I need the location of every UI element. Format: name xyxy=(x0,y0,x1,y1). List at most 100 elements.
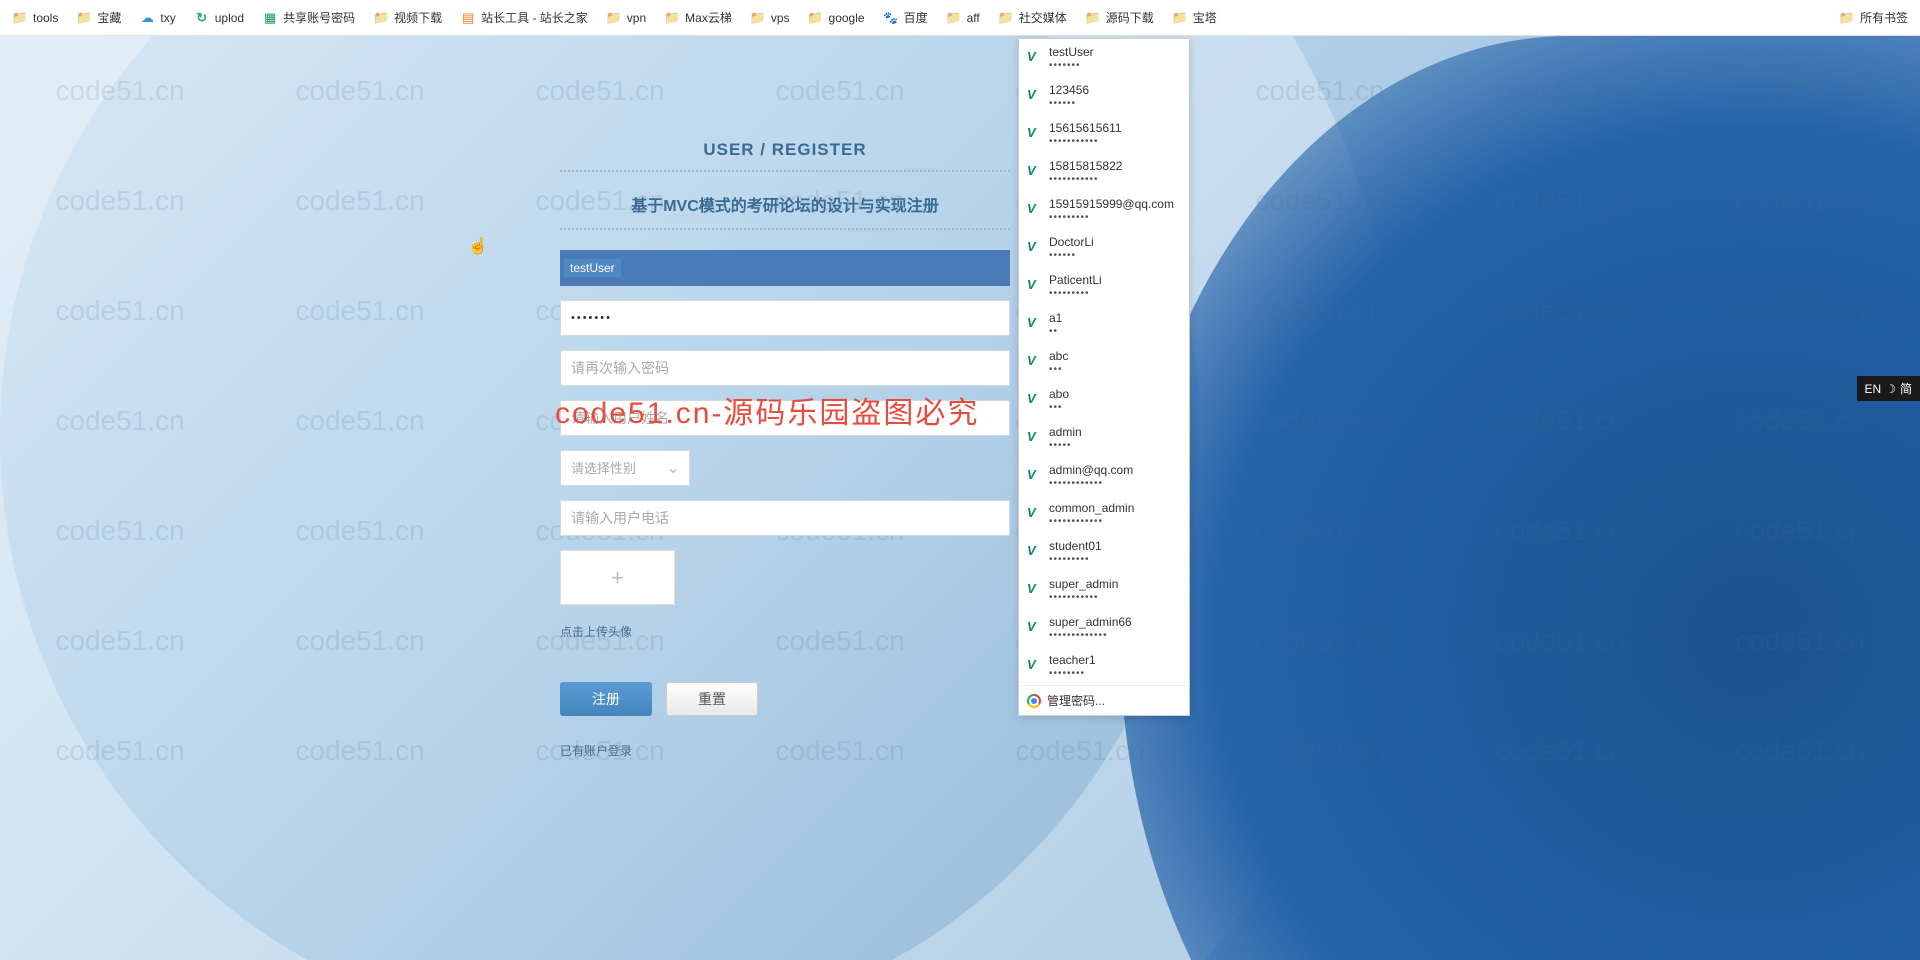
autofill-item[interactable]: Vadmin••••• xyxy=(1019,419,1189,457)
bookmark-item[interactable]: 站长工具 - 站长之家 xyxy=(460,9,588,26)
autofill-item[interactable]: Vstudent01••••••••• xyxy=(1019,533,1189,571)
autofill-username: common_admin xyxy=(1049,501,1134,515)
username-input[interactable] xyxy=(560,250,1010,286)
autofill-item[interactable]: Vcommon_admin•••••••••••• xyxy=(1019,495,1189,533)
bookmark-label: tools xyxy=(33,11,58,25)
bookmark-item[interactable]: 共享账号密码 xyxy=(262,9,355,26)
autofill-username: abc xyxy=(1049,349,1068,363)
reset-button[interactable]: 重置 xyxy=(666,682,758,716)
bookmark-item[interactable]: google xyxy=(808,9,865,26)
autofill-username: 15915915999@qq.com xyxy=(1049,197,1174,211)
key-icon: V xyxy=(1027,656,1041,670)
nickname-input[interactable] xyxy=(560,400,1010,436)
folder-icon xyxy=(664,10,680,26)
phone-input[interactable] xyxy=(560,500,1010,536)
bookmark-label: vpn xyxy=(627,11,646,25)
bookmark-label: 源码下载 xyxy=(1106,9,1154,26)
baidu-icon xyxy=(883,10,899,26)
autofill-username: admin@qq.com xyxy=(1049,463,1133,477)
bookmark-item[interactable]: vps xyxy=(750,9,790,26)
autofill-item[interactable]: Vabo••• xyxy=(1019,381,1189,419)
autofill-username: a1 xyxy=(1049,311,1062,325)
manage-passwords-label: 管理密码... xyxy=(1047,692,1105,709)
key-icon: V xyxy=(1027,200,1041,214)
bookmark-label: 共享账号密码 xyxy=(283,9,355,26)
all-bookmarks[interactable]: 所有书签 xyxy=(1839,9,1908,26)
autofill-password: ••••••••• xyxy=(1049,554,1102,565)
plus-icon: + xyxy=(611,565,624,591)
autofill-password: ••••••••• xyxy=(1049,288,1102,299)
autofill-item[interactable]: V123456•••••• xyxy=(1019,77,1189,115)
bookmark-item[interactable]: vpn xyxy=(606,9,646,26)
manage-passwords[interactable]: 管理密码... xyxy=(1019,685,1189,715)
autofill-password: •••••••• xyxy=(1049,668,1096,679)
autofill-item[interactable]: Vsuper_admin••••••••••• xyxy=(1019,571,1189,609)
bookmark-label: 宝塔 xyxy=(1193,9,1217,26)
avatar-upload[interactable]: + xyxy=(560,550,675,605)
autofill-item[interactable]: Vsuper_admin66••••••••••••• xyxy=(1019,609,1189,647)
autofill-item[interactable]: V15815815822••••••••••• xyxy=(1019,153,1189,191)
divider xyxy=(560,170,1010,172)
autofill-item[interactable]: Vteacher1•••••••• xyxy=(1019,647,1189,685)
username-value: testUser xyxy=(564,259,621,277)
register-form: USER / REGISTER 基于MVC模式的考研论坛的设计与实现注册 tes… xyxy=(560,140,1010,759)
confirm-password-input[interactable] xyxy=(560,350,1010,386)
bookmark-label: txy xyxy=(160,11,175,25)
autofill-username: abo xyxy=(1049,387,1069,401)
autofill-item[interactable]: Vabc••• xyxy=(1019,343,1189,381)
password-input[interactable] xyxy=(560,300,1010,336)
autofill-username: DoctorLi xyxy=(1049,235,1094,249)
autofill-password: ••••••••••• xyxy=(1049,174,1122,185)
autofill-password: ••••••••••• xyxy=(1049,592,1118,603)
bookmark-item[interactable]: tools xyxy=(12,9,58,26)
ime-lang: EN xyxy=(1865,382,1882,396)
bookmark-label: 宝藏 xyxy=(97,9,121,26)
autofill-dropdown[interactable]: VtestUser•••••••V123456••••••V1561561561… xyxy=(1018,38,1190,716)
key-icon: V xyxy=(1027,352,1041,366)
folder-icon xyxy=(1085,10,1101,26)
gender-select[interactable]: 请选择性别 xyxy=(560,450,690,486)
autofill-item[interactable]: Vadmin@qq.com•••••••••••• xyxy=(1019,457,1189,495)
folder-icon xyxy=(808,10,824,26)
autofill-item[interactable]: VtestUser••••••• xyxy=(1019,39,1189,77)
folder-icon xyxy=(606,10,622,26)
key-icon: V xyxy=(1027,48,1041,62)
autofill-username: teacher1 xyxy=(1049,653,1096,667)
bookmark-item[interactable]: uplod xyxy=(194,9,244,26)
bookmark-label: 百度 xyxy=(904,9,928,26)
bookmark-label: 社交媒体 xyxy=(1019,9,1067,26)
bookmark-item[interactable]: txy xyxy=(139,9,175,26)
bookmark-item[interactable]: 社交媒体 xyxy=(998,9,1067,26)
folder-icon xyxy=(998,10,1014,26)
login-link[interactable]: 已有账户登录 xyxy=(560,742,1010,759)
autofill-username: super_admin xyxy=(1049,577,1118,591)
bookmark-item[interactable]: 视频下载 xyxy=(373,9,442,26)
bookmark-label: 站长工具 - 站长之家 xyxy=(481,9,588,26)
autofill-username: super_admin66 xyxy=(1049,615,1132,629)
autofill-password: •••••••••••• xyxy=(1049,516,1134,527)
bookmark-item[interactable]: 源码下载 xyxy=(1085,9,1154,26)
folder-icon xyxy=(373,10,389,26)
register-button[interactable]: 注册 xyxy=(560,682,652,716)
form-subtitle: 基于MVC模式的考研论坛的设计与实现注册 xyxy=(560,192,1010,216)
key-icon: V xyxy=(1027,618,1041,632)
autofill-item[interactable]: VPaticentLi••••••••• xyxy=(1019,267,1189,305)
bookmark-item[interactable]: 宝藏 xyxy=(76,9,121,26)
autofill-item[interactable]: Va1•• xyxy=(1019,305,1189,343)
bookmark-item[interactable]: Max云梯 xyxy=(664,9,732,26)
autofill-password: •••••• xyxy=(1049,250,1094,261)
autofill-item[interactable]: V15615615611••••••••••• xyxy=(1019,115,1189,153)
bookmark-label: vps xyxy=(771,11,790,25)
autofill-item[interactable]: V15915915999@qq.com••••••••• xyxy=(1019,191,1189,229)
key-icon: V xyxy=(1027,466,1041,480)
bookmark-item[interactable]: aff xyxy=(946,9,980,26)
autofill-item[interactable]: VDoctorLi•••••• xyxy=(1019,229,1189,267)
autofill-password: •• xyxy=(1049,326,1062,337)
folder-icon xyxy=(1172,10,1188,26)
bookmark-item[interactable]: 百度 xyxy=(883,9,928,26)
autofill-username: PaticentLi xyxy=(1049,273,1102,287)
ime-indicator[interactable]: EN ☽ 简 xyxy=(1857,376,1920,401)
bookmark-item[interactable]: 宝塔 xyxy=(1172,9,1217,26)
key-icon: V xyxy=(1027,124,1041,138)
cloud-icon xyxy=(139,10,155,26)
